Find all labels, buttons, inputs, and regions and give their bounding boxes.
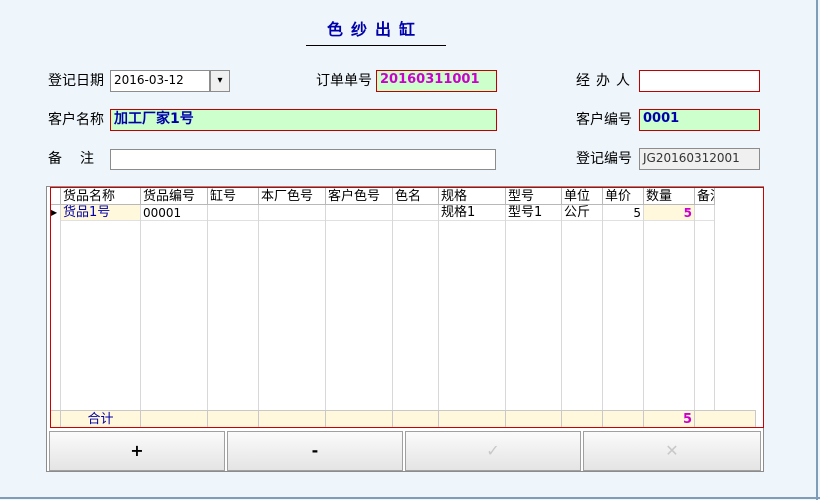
total-cell [326, 410, 393, 427]
grid-col-line [561, 188, 562, 428]
grid-col-line [694, 188, 695, 428]
column-header[interactable]: 型号 [506, 188, 562, 205]
column-header[interactable]: 本厂色号 [259, 188, 326, 205]
grid-cell[interactable]: 规格1 [439, 205, 505, 221]
grid-cell[interactable] [695, 205, 714, 221]
cancel-button[interactable]: ✕ [583, 431, 761, 471]
column-header[interactable]: 货品名称 [61, 188, 141, 205]
grid-header-corner [51, 188, 61, 205]
grid-col-line [714, 188, 715, 428]
goods-grid[interactable] [46, 186, 764, 472]
total-label: 合计 [61, 410, 141, 427]
column-header[interactable]: 数量 [644, 188, 695, 205]
total-cell [603, 410, 644, 427]
column-header[interactable]: 色名 [393, 188, 439, 205]
column-header[interactable]: 单位 [562, 188, 603, 205]
total-cell [562, 410, 603, 427]
grid-col-line [60, 188, 61, 428]
title-underline [306, 45, 446, 46]
handler-label: 经办人 [576, 73, 636, 89]
customer-no-field[interactable]: 0001 [639, 109, 760, 131]
grid-col-line [438, 188, 439, 428]
column-header[interactable]: 规格 [439, 188, 506, 205]
confirm-button[interactable]: ✓ [405, 431, 581, 471]
total-cell [208, 410, 259, 427]
total-cell [695, 410, 756, 427]
column-header[interactable]: 单价 [603, 188, 644, 205]
grid-cell[interactable]: 5 [644, 205, 694, 221]
customer-no-label: 客户编号 [576, 112, 632, 128]
reg-no-label: 登记编号 [576, 151, 632, 167]
total-cell [259, 410, 326, 427]
grid-col-line [602, 188, 603, 428]
grid-cell[interactable]: 货品1号 [61, 205, 140, 221]
column-header[interactable]: 货品编号 [141, 188, 208, 205]
grid-col-line [258, 188, 259, 428]
grid-cell[interactable]: 型号1 [506, 205, 561, 221]
chevron-down-icon: ▾ [217, 75, 223, 86]
grid-col-line [325, 188, 326, 428]
grid-cell[interactable] [208, 205, 258, 221]
order-no-label: 订单单号 [316, 73, 372, 89]
grid-cell[interactable] [259, 205, 325, 221]
total-cell [506, 410, 562, 427]
grid-cell[interactable]: 公斤 [562, 205, 602, 221]
remark-field[interactable] [110, 149, 496, 170]
grid-cell[interactable] [326, 205, 392, 221]
column-header[interactable]: 缸号 [208, 188, 259, 205]
grid-col-line [207, 188, 208, 428]
grid-cell[interactable]: 5 [603, 205, 643, 221]
total-row-corner [51, 410, 61, 427]
window-bottom-border [0, 497, 820, 499]
total-cell [393, 410, 439, 427]
column-header[interactable]: 备注 [695, 188, 715, 205]
grid-cell[interactable] [393, 205, 438, 221]
customer-name-field[interactable]: 加工厂家1号 [110, 109, 497, 131]
grid-col-line [140, 188, 141, 428]
reg-date-field[interactable]: 2016-03-12 [110, 70, 210, 92]
remark-label: 备注 [48, 151, 112, 167]
add-row-button[interactable]: + [49, 431, 225, 471]
window-right-border [816, 0, 818, 500]
total-cell [439, 410, 506, 427]
grid-col-line [643, 188, 644, 428]
grid-col-line [505, 188, 506, 428]
grid-col-line [392, 188, 393, 428]
total-cell [141, 410, 208, 427]
remove-row-button[interactable]: - [227, 431, 403, 471]
handler-field[interactable] [639, 70, 760, 92]
row-pointer-icon: ▶ [51, 208, 58, 217]
reg-date-label: 登记日期 [48, 73, 104, 89]
date-dropdown-button[interactable]: ▾ [210, 70, 230, 92]
order-no-field[interactable]: 20160311001 [376, 70, 497, 92]
customer-name-label: 客户名称 [48, 112, 104, 128]
reg-no-field: JG20160312001 [639, 148, 760, 170]
total-qty: 5 [644, 410, 695, 427]
grid-cell[interactable]: 00001 [141, 205, 207, 221]
column-header[interactable]: 客户色号 [326, 188, 393, 205]
form-title: 色纱出缸 [326, 20, 423, 39]
